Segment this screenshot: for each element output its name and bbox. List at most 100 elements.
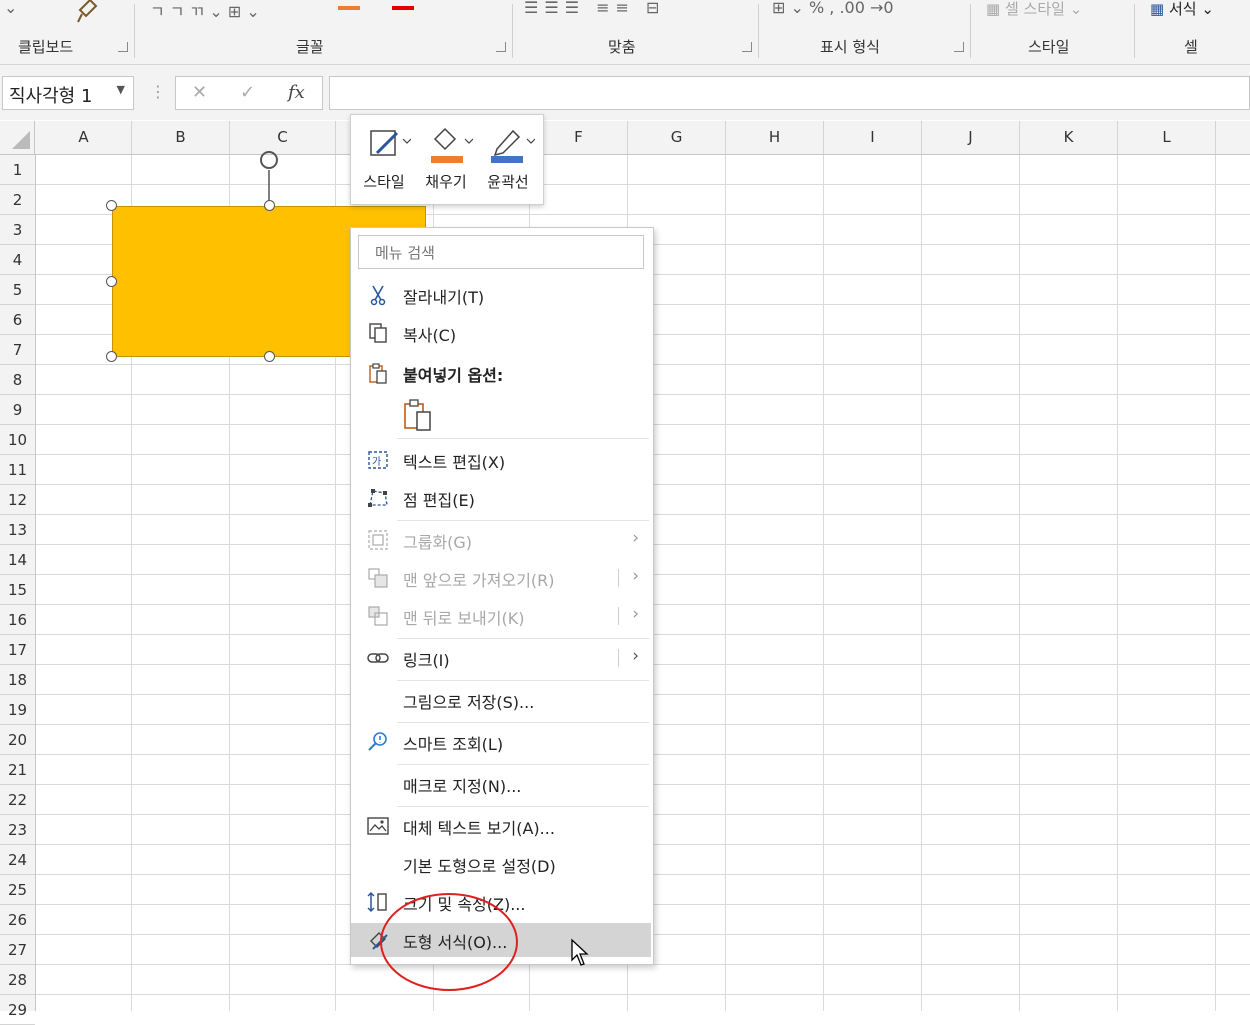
format-button[interactable]: ▦ 서식 ⌄ (1150, 0, 1214, 19)
menu-item-label: 대체 텍스트 보기(A)... (403, 819, 555, 838)
resize-handle-nw[interactable] (106, 200, 117, 211)
row-header-28[interactable]: 28 (0, 965, 35, 995)
alignment-launcher-icon[interactable] (742, 42, 752, 52)
number-format-icons[interactable]: ⊞ ⌄ % , .00 →0 (772, 0, 894, 17)
name-box[interactable]: 직사각형 1 ▼ (2, 76, 134, 110)
menu-item-set-default-shape[interactable]: 기본 도형으로 설정(D) (351, 847, 651, 881)
number-group-label: 표시 형식 (820, 38, 880, 56)
row-header-22[interactable]: 22 (0, 785, 35, 815)
row-header-11[interactable]: 11 (0, 455, 35, 485)
paste-icon (369, 363, 387, 384)
row-header-9[interactable]: 9 (0, 395, 35, 425)
row-header-13[interactable]: 13 (0, 515, 35, 545)
row-header-2[interactable]: 2 (0, 185, 35, 215)
cell-styles-button[interactable]: ▦ 셀 스타일 ⌄ (986, 0, 1082, 19)
format-painter-icon[interactable] (74, 0, 100, 24)
row-header-23[interactable]: 23 (0, 815, 35, 845)
send-to-back-icon (368, 606, 388, 626)
row-header-14[interactable]: 14 (0, 545, 35, 575)
menu-item-paste-options: 붙여넣기 옵션: (351, 356, 651, 390)
chevron-right-icon[interactable]: › (632, 646, 639, 666)
column-header-h[interactable]: H (726, 121, 824, 154)
menu-item-smart-lookup[interactable]: 스마트 조회(L) (351, 725, 651, 759)
outline-button[interactable]: 윤곽선 (479, 121, 537, 197)
column-header-c[interactable]: C (230, 121, 336, 154)
chevron-down-icon[interactable]: ▼ (117, 83, 125, 96)
row-header-10[interactable]: 10 (0, 425, 35, 455)
row-header-26[interactable]: 26 (0, 905, 35, 935)
row-header-19[interactable]: 19 (0, 695, 35, 725)
column-header-l[interactable]: L (1118, 121, 1216, 154)
menu-item-save-as-picture[interactable]: 그림으로 저장(S)... (351, 683, 651, 717)
row-header-3[interactable]: 3 (0, 215, 35, 245)
menu-item-label: 그룹화(G) (403, 533, 473, 552)
annotation-circle (380, 893, 518, 991)
resize-handle-s[interactable] (264, 351, 275, 362)
column-header-b[interactable]: B (132, 121, 230, 154)
column-header-i[interactable]: I (824, 121, 922, 154)
group-icon (368, 530, 388, 550)
row-header-16[interactable]: 16 (0, 605, 35, 635)
row-header-18[interactable]: 18 (0, 665, 35, 695)
row-header-24[interactable]: 24 (0, 845, 35, 875)
row-header-20[interactable]: 20 (0, 725, 35, 755)
mini-toolbar: 스타일 채우기 윤곽선 (350, 114, 544, 205)
resize-handle-sw[interactable] (106, 351, 117, 362)
link-icon (367, 653, 389, 663)
enter-icon[interactable]: ✓ (240, 82, 255, 103)
fill-color-swatch (431, 156, 463, 163)
row-header-1[interactable]: 1 (0, 155, 35, 185)
font-color-icon[interactable] (392, 6, 414, 10)
fill-button[interactable]: 채우기 (417, 121, 475, 197)
menu-search-input[interactable]: 메뉴 검색 (358, 235, 644, 269)
resize-handle-n[interactable] (264, 200, 275, 211)
menu-item-cut[interactable]: 잘라내기(T) (351, 278, 651, 312)
fill-color-icon[interactable] (338, 6, 360, 10)
font-style-icons[interactable]: ㄱ ㄱ ㄲ ⌄ ⊞ ⌄ (150, 0, 260, 22)
menu-item-assign-macro[interactable]: 매크로 지정(N)... (351, 767, 651, 801)
ribbon: ⌄ 클립보드 ㄱ ㄱ ㄲ ⌄ ⊞ ⌄ 글꼴 ☰☰☰ ≡≡ ⊟ 맞춤 ⊞ ⌄ % … (0, 0, 1250, 65)
cancel-icon[interactable]: ✕ (192, 82, 207, 103)
row-header-7[interactable]: 7 (0, 335, 35, 365)
resize-handle-w[interactable] (106, 276, 117, 287)
menu-item-alt-text[interactable]: 대체 텍스트 보기(A)... (351, 809, 651, 843)
format-label: 서식 (1168, 0, 1197, 18)
row-header-4[interactable]: 4 (0, 245, 35, 275)
menu-item-copy[interactable]: 복사(C) (351, 316, 651, 350)
column-header-k[interactable]: K (1020, 121, 1118, 154)
formula-input[interactable] (329, 76, 1250, 110)
row-header-25[interactable]: 25 (0, 875, 35, 905)
align-icons[interactable]: ☰☰☰ ≡≡ ⊟ (524, 0, 665, 17)
chevron-down-icon[interactable]: ⌄ (4, 0, 17, 17)
paste-option-icon[interactable] (403, 398, 433, 432)
row-header-27[interactable]: 27 (0, 935, 35, 965)
menu-item-bring-to-front: 맨 앞으로 가져오기(R) › (351, 561, 651, 595)
fill-label: 채우기 (425, 173, 467, 191)
row-header-6[interactable]: 6 (0, 305, 35, 335)
row-header-17[interactable]: 17 (0, 635, 35, 665)
row-header-21[interactable]: 21 (0, 755, 35, 785)
select-all-button[interactable] (0, 121, 35, 154)
row-header-8[interactable]: 8 (0, 365, 35, 395)
style-button[interactable]: 스타일 (355, 121, 413, 197)
column-header-a[interactable]: A (36, 121, 132, 154)
clipboard-launcher-icon[interactable] (118, 42, 128, 52)
rotate-handle-icon[interactable] (255, 148, 283, 208)
row-header-12[interactable]: 12 (0, 485, 35, 515)
column-header-j[interactable]: J (922, 121, 1020, 154)
row-header-15[interactable]: 15 (0, 575, 35, 605)
menu-item-label: 점 편집(E) (403, 491, 475, 510)
row-header-29[interactable]: 29 (0, 995, 35, 1025)
menu-item-edit-points[interactable]: 점 편집(E) (351, 481, 651, 515)
number-launcher-icon[interactable] (954, 42, 964, 52)
formula-buttons: ✕ ✓ fx (175, 76, 323, 110)
smart-lookup-icon (368, 732, 387, 751)
column-header-f[interactable]: F (530, 121, 628, 154)
row-header-5[interactable]: 5 (0, 275, 35, 305)
insert-function-icon[interactable]: fx (288, 82, 305, 103)
font-launcher-icon[interactable] (496, 42, 506, 52)
chevron-right-icon: › (632, 604, 639, 624)
menu-item-link[interactable]: 링크(I) › (351, 641, 651, 675)
column-header-g[interactable]: G (628, 121, 726, 154)
menu-item-edit-text[interactable]: 가 텍스트 편집(X) (351, 443, 651, 477)
